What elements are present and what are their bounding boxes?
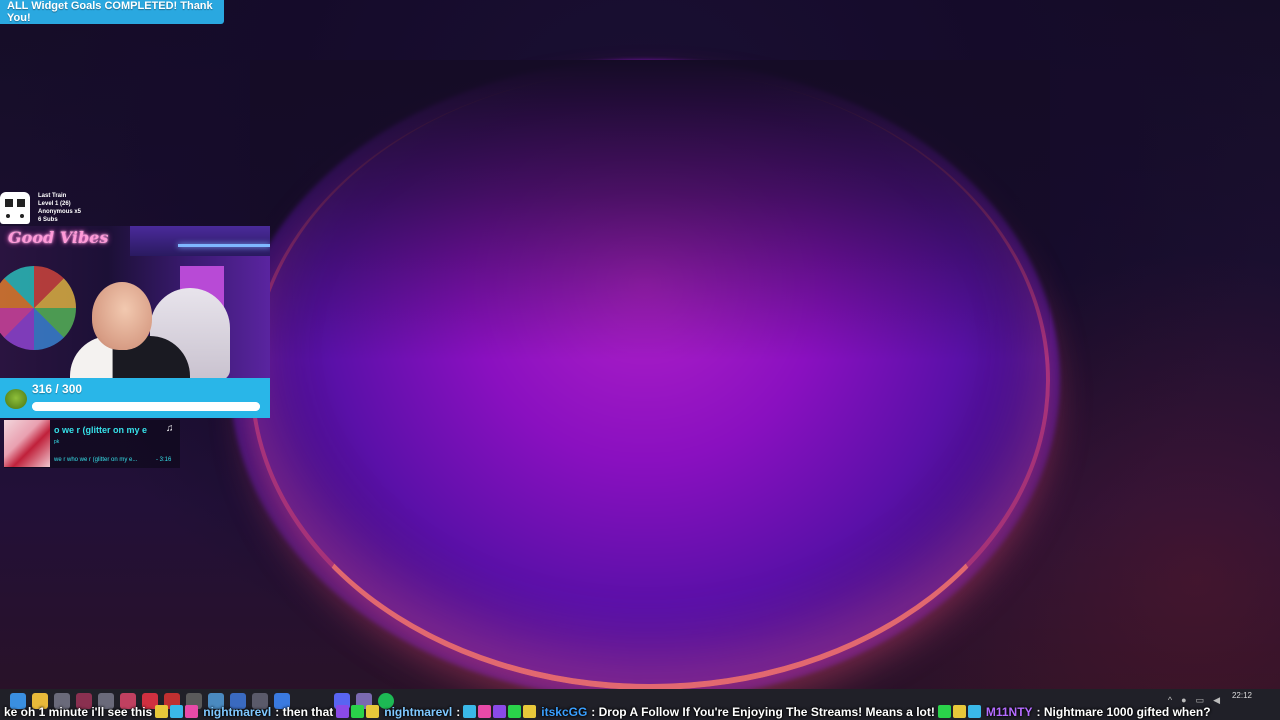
chat-emote-icon xyxy=(523,705,537,718)
wallpaper-orb-shade xyxy=(250,60,1050,360)
goal-emote-icon xyxy=(5,389,27,409)
chat-emote-icon xyxy=(155,705,169,718)
sub-goal-fill xyxy=(32,402,260,411)
chat-ticker: ke oh 1 minute i'll see this nightmarevl:… xyxy=(0,704,1280,720)
sub-goal-track xyxy=(32,402,260,411)
chat-username: M11NTY xyxy=(985,705,1033,719)
chat-emote-icon xyxy=(170,705,184,718)
album-art xyxy=(4,420,50,467)
taskbar-clock[interactable]: 22:12 xyxy=(1232,691,1252,700)
chat-username: nightmarevl xyxy=(384,705,453,719)
chat-emote-icon xyxy=(478,705,492,718)
now-playing-widget: o we r (glitter on my e pk we r who we r… xyxy=(4,420,180,468)
last-train-widget: Last Train Level 1 (26) Anonymous x5 6 S… xyxy=(0,192,140,226)
widget-goal-text: ALL Widget Goals COMPLETED! Thank You! xyxy=(7,0,213,24)
music-note-icon: ♫ xyxy=(166,423,174,434)
train-title: Last Train xyxy=(38,193,67,199)
chat-emote-icon xyxy=(493,705,507,718)
chat-emote-icon xyxy=(336,705,350,718)
train-level: Level 1 (26) xyxy=(38,201,71,207)
chat-emote-icon xyxy=(508,705,522,718)
chat-message-text: : Nightmare 1000 gifted when? xyxy=(1036,705,1211,719)
chat-username: itskcGG xyxy=(541,705,588,719)
chat-emote-icon xyxy=(952,705,966,718)
chat-message-text: : then that xyxy=(275,705,334,719)
webcam-ceiling xyxy=(130,226,270,256)
sub-goal-bar: 316 / 300 xyxy=(0,378,270,418)
chat-emote-icon xyxy=(937,705,951,718)
chat-username: nightmarevl xyxy=(203,705,272,719)
chat-emote-icon xyxy=(366,705,380,718)
song-artist: pk xyxy=(54,439,60,445)
train-latest: Anonymous x5 xyxy=(38,209,82,215)
train-icon xyxy=(0,192,30,224)
webcam-streamer-head xyxy=(92,282,152,350)
webcam-prize-wheel xyxy=(0,266,76,350)
train-subs: 6 Subs xyxy=(38,217,58,223)
webcam-feed: Good Vibes xyxy=(0,226,270,378)
song-time: - 3:16 xyxy=(156,457,172,463)
chat-emote-icon xyxy=(351,705,365,718)
train-info: Last Train Level 1 (26) Anonymous x5 6 S… xyxy=(38,192,81,224)
song-title: o we r (glitter on my e xyxy=(54,425,148,435)
widget-goal-banner: ALL Widget Goals COMPLETED! Thank You! xyxy=(0,0,224,24)
sub-goal-count: 316 / 300 xyxy=(32,382,83,396)
chat-message-text: : Drop A Follow If You're Enjoying The S… xyxy=(591,705,935,719)
chat-emote-icon xyxy=(463,705,477,718)
webcam-neon-sign: Good Vibes xyxy=(8,228,109,247)
song-full-title: we r who we r (glitter on my e... xyxy=(54,457,138,463)
chat-emote-icon xyxy=(185,705,199,718)
chat-message-text: ke oh 1 minute i'll see this xyxy=(4,705,153,719)
chat-emote-icon xyxy=(967,705,981,718)
webcam-led-strip xyxy=(178,244,270,247)
clock-time: 22:12 xyxy=(1231,691,1252,700)
chat-message-text: : xyxy=(456,705,461,719)
